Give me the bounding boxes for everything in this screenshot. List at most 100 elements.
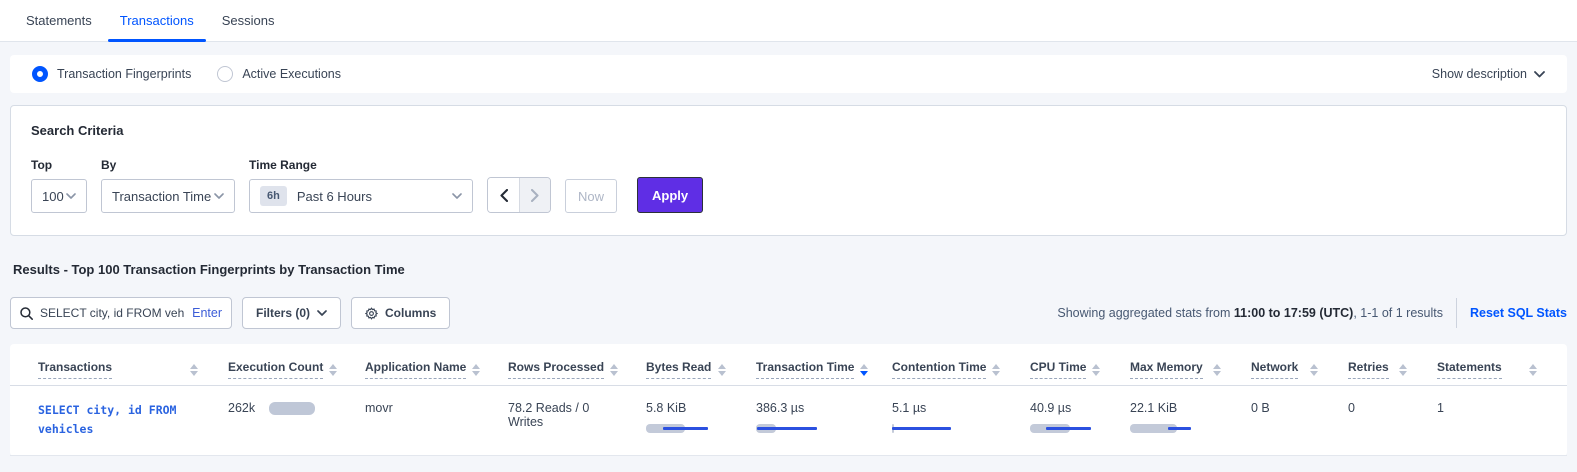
radio-active-executions[interactable]: Active Executions (217, 66, 341, 82)
view-mode-strip: Transaction Fingerprints Active Executio… (10, 55, 1567, 93)
cell-statements: 1 (1437, 386, 1567, 456)
filters-button[interactable]: Filters (0) (242, 297, 341, 329)
rows-processed-value: 78.2 Reads / 0 Writes (508, 401, 589, 429)
results-controls: Enter Filters (0) Columns Showing aggreg… (10, 297, 1567, 329)
column-header-statements[interactable]: Statements (1437, 348, 1567, 386)
page-body: Transaction Fingerprints Active Executio… (0, 42, 1577, 456)
sort-icon[interactable] (190, 364, 198, 376)
sort-icon[interactable] (718, 364, 726, 376)
vertical-divider (1456, 298, 1457, 328)
show-description-toggle[interactable]: Show description (1432, 67, 1545, 81)
results-title: Results - Top 100 Transaction Fingerprin… (13, 262, 1567, 277)
results-search-box[interactable]: Enter (10, 297, 232, 329)
stats-suffix: , 1-1 of 1 results (1353, 306, 1443, 320)
chevron-left-icon (500, 189, 508, 202)
retries-value: 0 (1348, 401, 1355, 415)
results-search-input[interactable] (40, 306, 185, 320)
top-label: Top (31, 158, 87, 172)
tab-transactions[interactable]: Transactions (106, 0, 208, 41)
cell-execution-count: 262k (228, 386, 365, 456)
contention-time-bar (892, 424, 962, 433)
apply-button[interactable]: Apply (637, 177, 703, 213)
sort-icon[interactable] (1310, 364, 1318, 376)
cell-network: 0 B (1251, 386, 1348, 456)
execution-count-value: 262k (228, 401, 255, 415)
time-range-field: Time Range 6h Past 6 Hours (249, 158, 473, 213)
radio-transaction-fingerprints[interactable]: Transaction Fingerprints (32, 66, 191, 82)
cell-contention-time: 5.1 µs (892, 386, 1030, 456)
cell-cpu-time: 40.9 µs (1030, 386, 1130, 456)
column-header-contention-time[interactable]: Contention Time (892, 348, 1030, 386)
transaction-time-bar (756, 424, 826, 433)
column-header-max-memory[interactable]: Max Memory (1130, 348, 1251, 386)
sort-icon[interactable] (1529, 364, 1537, 376)
radio-unselected-icon (217, 66, 233, 82)
search-enter-button[interactable]: Enter (192, 306, 222, 320)
reset-sql-stats-link[interactable]: Reset SQL Stats (1470, 306, 1567, 320)
column-header-cpu-time[interactable]: CPU Time (1030, 348, 1130, 386)
now-button[interactable]: Now (565, 179, 617, 213)
column-header-network[interactable]: Network (1251, 348, 1348, 386)
cpu-time-value: 40.9 µs (1030, 401, 1100, 415)
by-label: By (101, 158, 235, 172)
column-header-execution-count[interactable]: Execution Count (228, 348, 365, 386)
network-value: 0 B (1251, 401, 1270, 415)
sort-icon[interactable] (1213, 364, 1221, 376)
radio-label: Active Executions (242, 67, 341, 81)
time-step-group (487, 177, 551, 213)
tab-statements[interactable]: Statements (12, 0, 106, 41)
execution-count-bar (269, 402, 315, 415)
filters-label: Filters (0) (256, 306, 310, 320)
top-select-value: 100 (42, 189, 64, 204)
chevron-down-icon (214, 193, 224, 199)
gear-icon (365, 307, 378, 320)
transaction-fingerprint-link[interactable]: SELECT city, id FROM vehicles (38, 403, 176, 436)
sort-icon[interactable] (1399, 364, 1407, 376)
search-icon (20, 307, 33, 320)
sort-icon-active[interactable] (860, 364, 868, 376)
cell-retries: 0 (1348, 386, 1437, 456)
tab-sessions[interactable]: Sessions (208, 0, 289, 41)
next-time-button[interactable] (519, 178, 550, 212)
columns-button[interactable]: Columns (351, 297, 450, 329)
cell-max-memory: 22.1 KiB (1130, 386, 1251, 456)
column-header-transaction-time[interactable]: Transaction Time (756, 348, 892, 386)
cell-transactions: SELECT city, id FROM vehicles (10, 386, 228, 456)
column-header-transactions[interactable]: Transactions (10, 348, 228, 386)
radio-label: Transaction Fingerprints (57, 67, 191, 81)
sort-icon[interactable] (992, 364, 1000, 376)
time-range-badge: 6h (260, 186, 287, 206)
radio-selected-icon (32, 66, 48, 82)
time-range-select[interactable]: 6h Past 6 Hours (249, 179, 473, 213)
column-header-bytes-read[interactable]: Bytes Read (646, 348, 756, 386)
column-header-retries[interactable]: Retries (1348, 348, 1437, 386)
cell-transaction-time: 386.3 µs (756, 386, 892, 456)
cpu-time-bar (1030, 424, 1100, 433)
cell-bytes-read: 5.8 KiB (646, 386, 756, 456)
sort-icon[interactable] (610, 364, 618, 376)
top-field: Top 100 (31, 158, 87, 213)
search-criteria-title: Search Criteria (31, 123, 1546, 138)
sort-icon[interactable] (472, 364, 480, 376)
max-memory-bar (1130, 424, 1200, 433)
column-header-rows-processed[interactable]: Rows Processed (508, 348, 646, 386)
top-select[interactable]: 100 (31, 179, 87, 213)
show-description-label: Show description (1432, 67, 1527, 81)
stats-prefix: Showing aggregated stats from (1057, 306, 1234, 320)
top-tab-bar: Statements Transactions Sessions (0, 0, 1577, 42)
by-select[interactable]: Transaction Time (101, 179, 235, 213)
chevron-down-icon (66, 193, 76, 199)
previous-time-button[interactable] (488, 178, 519, 212)
sort-icon[interactable] (1092, 364, 1100, 376)
transaction-time-value: 386.3 µs (756, 401, 862, 415)
columns-label: Columns (385, 306, 436, 320)
time-range-label: Time Range (249, 158, 473, 172)
aggregated-stats: Showing aggregated stats from 11:00 to 1… (1057, 298, 1567, 328)
search-criteria-card: Search Criteria Top 100 By Transaction T… (10, 105, 1567, 236)
sort-icon[interactable] (329, 364, 337, 376)
by-field: By Transaction Time (101, 158, 235, 213)
max-memory-value: 22.1 KiB (1130, 401, 1221, 415)
contention-time-value: 5.1 µs (892, 401, 1000, 415)
bytes-read-value: 5.8 KiB (646, 401, 726, 415)
column-header-application-name[interactable]: Application Name (365, 348, 508, 386)
